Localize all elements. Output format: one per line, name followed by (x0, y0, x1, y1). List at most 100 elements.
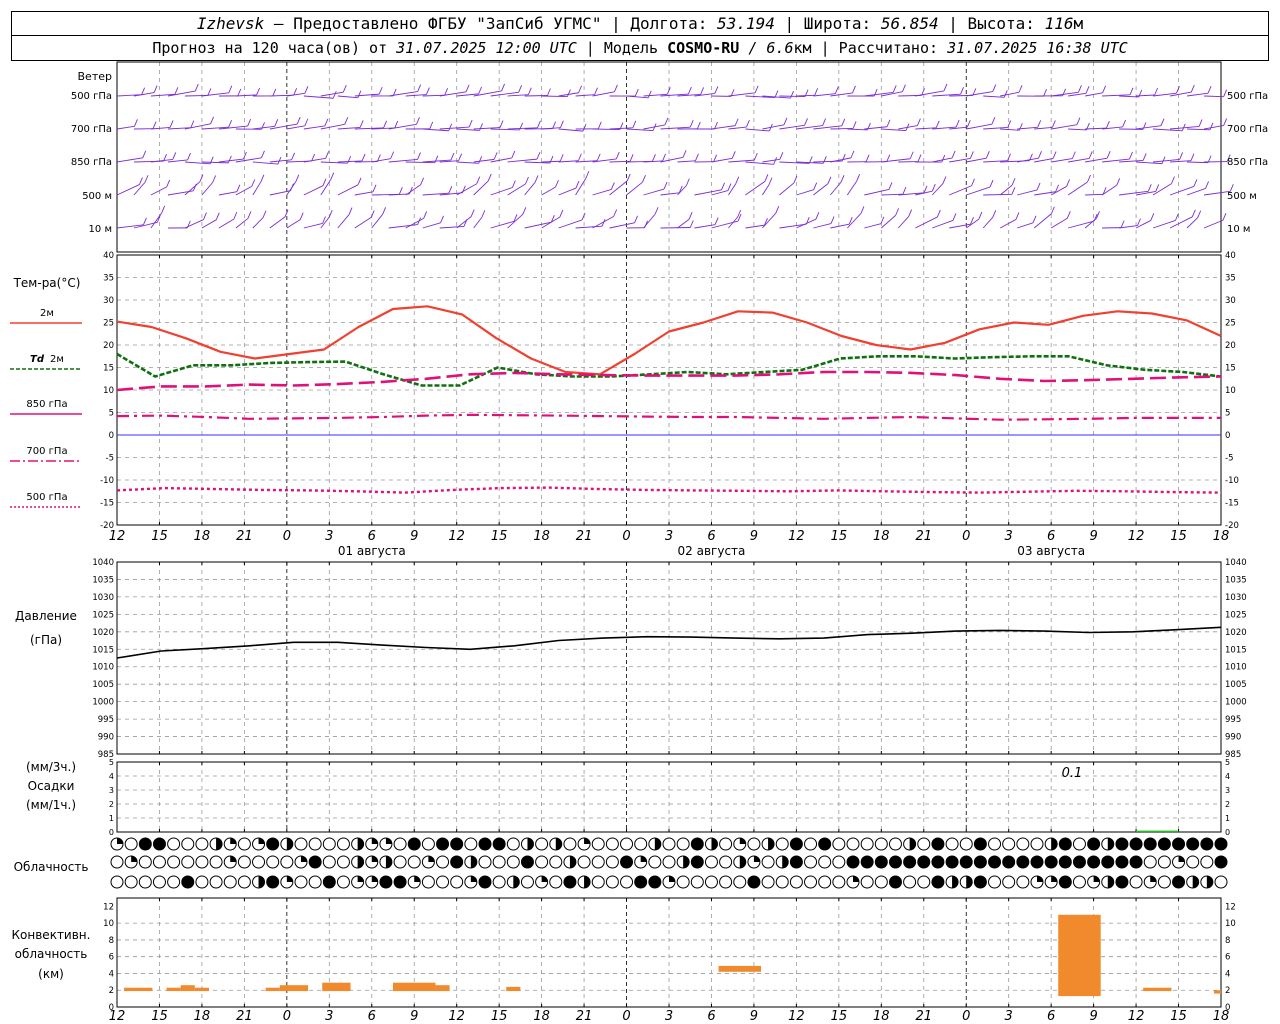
wind-barb-flag (478, 156, 483, 164)
wind-level-700hpa: 700 гПа (71, 124, 112, 135)
time-tick-bottom: 15 (1170, 1009, 1187, 1024)
wind-barb (1068, 220, 1095, 229)
cloud-cover-icon (436, 855, 450, 869)
wind-barb-flag (417, 152, 421, 160)
wind-barb (660, 227, 691, 229)
wind-barb (881, 128, 907, 132)
cloud-cover-icon (832, 855, 846, 869)
wind-barb-flag (143, 217, 147, 225)
cloud-cover-half (782, 856, 789, 868)
cloud-cover-fill (1215, 856, 1227, 868)
time-tick-bottom: 6 (368, 1009, 376, 1024)
day-label: 01 августа (338, 544, 406, 558)
ytick-left-temp: 30 (103, 296, 114, 306)
ytick-left-temp: 25 (103, 319, 114, 329)
wind-barb (864, 223, 882, 229)
time-tick-top: 18 (1213, 529, 1230, 544)
wind-barb-flag (534, 175, 539, 183)
cloud-cover-icon (605, 837, 619, 851)
wind-barb-flag (476, 176, 481, 184)
ytick-right-press: 995 (1225, 715, 1241, 725)
wind-barb-flag (902, 187, 907, 195)
time-tick-bottom: 6 (707, 1009, 715, 1024)
cloud-cover-fill (988, 856, 1001, 868)
cloud-cover-fill (620, 856, 633, 868)
wind-barb (897, 216, 909, 229)
wind-barb (541, 95, 568, 98)
bar-marks (124, 830, 1221, 997)
cloud-cover-icon (747, 837, 761, 851)
wind-barb (846, 180, 858, 196)
wind-barb-flag (1003, 90, 1008, 98)
wind-barb (745, 161, 774, 165)
wind-barb (252, 161, 278, 165)
cloud-cover-fill (889, 876, 902, 888)
wind-barb (541, 160, 561, 163)
cloud-cover-fill (408, 838, 421, 850)
wind-barb (303, 157, 326, 163)
cloud-cover-fill (917, 856, 930, 868)
wind-barb-flag (194, 83, 199, 92)
wind-barb-flag (527, 87, 532, 95)
time-tick-bottom: 0 (622, 1009, 630, 1024)
ytick-right-press: 1035 (1225, 575, 1247, 585)
cloud-cover-icon (549, 855, 563, 869)
cloud-cover-icon (874, 875, 888, 889)
ytick-right-temp: 15 (1225, 364, 1236, 374)
cloud-cover-fill (1115, 856, 1128, 868)
cloud-cover-icon (719, 855, 733, 869)
wind-barb (728, 126, 747, 130)
day-label: 03 августа (1017, 544, 1085, 558)
cloud-cover-fill (1130, 838, 1143, 850)
ytick-left-press: 1035 (92, 575, 114, 585)
cloud-cover-icon (988, 837, 1002, 851)
wind-barb-flag (420, 177, 425, 185)
cloud-cover-icon (237, 855, 251, 869)
ytick-right-conv: 12 (1225, 902, 1236, 912)
time-tick-top: 15 (1170, 529, 1187, 544)
cloud-cover-icon (846, 837, 860, 851)
cloud-cover-fill (1059, 876, 1072, 888)
cloud-cover-icon (506, 837, 520, 851)
wind-barb-flag (992, 84, 997, 92)
wind-barb (405, 161, 435, 164)
wind-barb-flag (971, 178, 975, 186)
cloud-cover-quarter (357, 876, 364, 882)
time-tick-top: 12 (1128, 529, 1145, 544)
precip-value-annotation: 0.1 (1062, 766, 1083, 781)
wind-barb-flag (688, 212, 693, 220)
wind-barb-flag (187, 152, 191, 161)
cloud-cover-fill (974, 838, 987, 850)
ytick-right-press: 1005 (1225, 680, 1247, 690)
wind-barb (1034, 158, 1054, 163)
wind-barb-flag (735, 176, 740, 184)
wind-barb (1152, 183, 1172, 196)
cloud-cover-half (1206, 876, 1213, 888)
ytick-right-temp: 30 (1225, 296, 1236, 306)
wind-barb (949, 185, 972, 196)
wind-barb-flag (511, 180, 516, 188)
ytick-left-press: 1000 (92, 698, 114, 708)
cloud-cover-quarter (428, 856, 435, 862)
ytick-right-precip: 4 (1225, 772, 1230, 781)
wind-barb (592, 188, 612, 196)
cloud-cover-icon (506, 855, 520, 869)
ytick-right-press: 1040 (1225, 558, 1247, 568)
cloud-cover-icon (336, 855, 350, 869)
wind-barb-flag (931, 183, 936, 192)
wind-barb-flag (768, 177, 773, 185)
cloud-cover-icon (152, 875, 166, 889)
conv-cloud-bar (124, 987, 153, 992)
conv-cloud-bar (718, 965, 761, 972)
wind-barb (1136, 94, 1155, 97)
wind-barb-flag (952, 213, 957, 221)
cloud-cover-icon (818, 855, 832, 869)
wind-barb-flag (713, 154, 718, 162)
wind-barb (184, 219, 204, 229)
wind-barb-flag (696, 121, 701, 130)
cloud-cover-icon (563, 837, 577, 851)
wind-barb-flag (174, 87, 179, 95)
wind-barb-flag (1190, 153, 1195, 161)
cloud-cover-icon (110, 855, 124, 869)
conv-cloud-bar (393, 982, 436, 992)
